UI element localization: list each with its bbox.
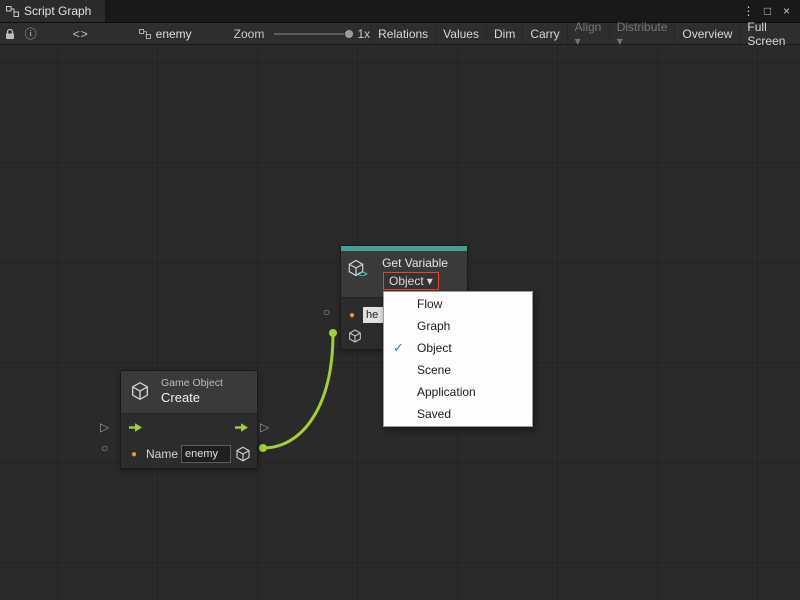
menu-item-object[interactable]: ✓ Object — [384, 337, 532, 359]
lock-glyph — [4, 28, 16, 40]
create-node-texts: Game Object Create — [161, 371, 257, 405]
values-button[interactable]: Values — [435, 23, 486, 44]
flow-row — [121, 414, 257, 441]
object-port-cube-icon[interactable] — [347, 328, 363, 344]
code-icon[interactable]: <> — [67, 23, 95, 44]
variable-kind-label: Object — [389, 274, 424, 288]
graph-toolbar: ⓘ <> enemy Zoom 1x Relations Values Dim … — [0, 22, 800, 45]
create-flow-output-port[interactable]: ▷ — [260, 421, 269, 433]
flow-out-arrow-icon[interactable] — [234, 422, 250, 433]
menu-item-application[interactable]: Application — [384, 381, 532, 403]
name-label: Name — [146, 447, 178, 461]
result-cube-icon[interactable] — [234, 445, 252, 463]
menu-item-graph[interactable]: Graph — [384, 315, 532, 337]
chevron-down-icon: ▾ — [427, 274, 433, 288]
carry-button[interactable]: Carry — [522, 23, 566, 44]
cube-icon — [129, 380, 151, 402]
create-node-body: ● Name — [121, 413, 257, 468]
info-icon[interactable]: ⓘ — [20, 23, 40, 44]
relations-button[interactable]: Relations — [370, 23, 435, 44]
breadcrumb-graph-name[interactable]: enemy — [139, 27, 192, 41]
name-row: ● Name — [121, 441, 257, 468]
get-variable-name-port[interactable]: ○ — [323, 306, 330, 318]
variable-kind-dropdown[interactable]: Object ▾ — [383, 272, 439, 290]
create-name-input-port[interactable]: ○ — [101, 442, 108, 454]
toolbar-buttons: Relations Values Dim Carry Align ▾ Distr… — [370, 23, 800, 44]
tab-script-graph[interactable]: Script Graph — [0, 0, 105, 22]
script-graph-icon — [6, 6, 19, 17]
flow-in-arrow-icon[interactable] — [128, 422, 144, 433]
tab-title: Script Graph — [24, 4, 91, 18]
zoom-slider-track[interactable] — [274, 33, 350, 35]
graph-canvas[interactable]: <> Get Variable Object ▾ ● Game Object — [0, 45, 800, 600]
value-port-dot[interactable]: ● — [349, 310, 355, 321]
menu-item-saved[interactable]: Saved — [384, 403, 532, 425]
graph-name-label: enemy — [156, 27, 192, 41]
menu-item-label: Saved — [417, 407, 451, 421]
zoom-slider[interactable] — [274, 27, 350, 41]
create-node-header[interactable]: Game Object Create — [121, 371, 257, 413]
create-node[interactable]: Game Object Create ● Name — [120, 370, 258, 469]
name-input[interactable] — [181, 445, 231, 463]
menu-item-flow[interactable]: Flow — [384, 293, 532, 315]
menu-item-scene[interactable]: Scene — [384, 359, 532, 381]
code-overlay-icon: <> — [357, 269, 368, 279]
align-button: Align ▾ — [567, 23, 609, 44]
menu-item-label: Object — [417, 341, 452, 355]
lock-icon[interactable] — [0, 23, 20, 44]
create-node-category: Game Object — [161, 377, 257, 389]
menu-item-label: Scene — [417, 363, 451, 377]
name-port-dot[interactable]: ● — [131, 449, 137, 460]
menu-item-label: Graph — [417, 319, 450, 333]
zoom-slider-thumb[interactable] — [344, 29, 354, 39]
zoom-label: Zoom — [234, 27, 265, 41]
menu-item-label: Application — [417, 385, 476, 399]
fullscreen-button[interactable]: Full Screen — [739, 23, 800, 44]
create-node-title: Create — [161, 390, 257, 405]
dim-button[interactable]: Dim — [486, 23, 522, 44]
create-flow-input-port[interactable]: ▷ — [100, 421, 109, 433]
menu-item-label: Flow — [417, 297, 442, 311]
title-bar: Script Graph ⋮ □ × — [0, 0, 800, 22]
distribute-button: Distribute ▾ — [609, 23, 675, 44]
check-icon: ✓ — [393, 340, 404, 356]
overview-button[interactable]: Overview — [674, 23, 739, 44]
graph-icon — [139, 29, 151, 39]
variable-kind-menu: Flow Graph ✓ Object Scene Application Sa… — [383, 291, 533, 427]
zoom-value: 1x — [357, 27, 370, 41]
